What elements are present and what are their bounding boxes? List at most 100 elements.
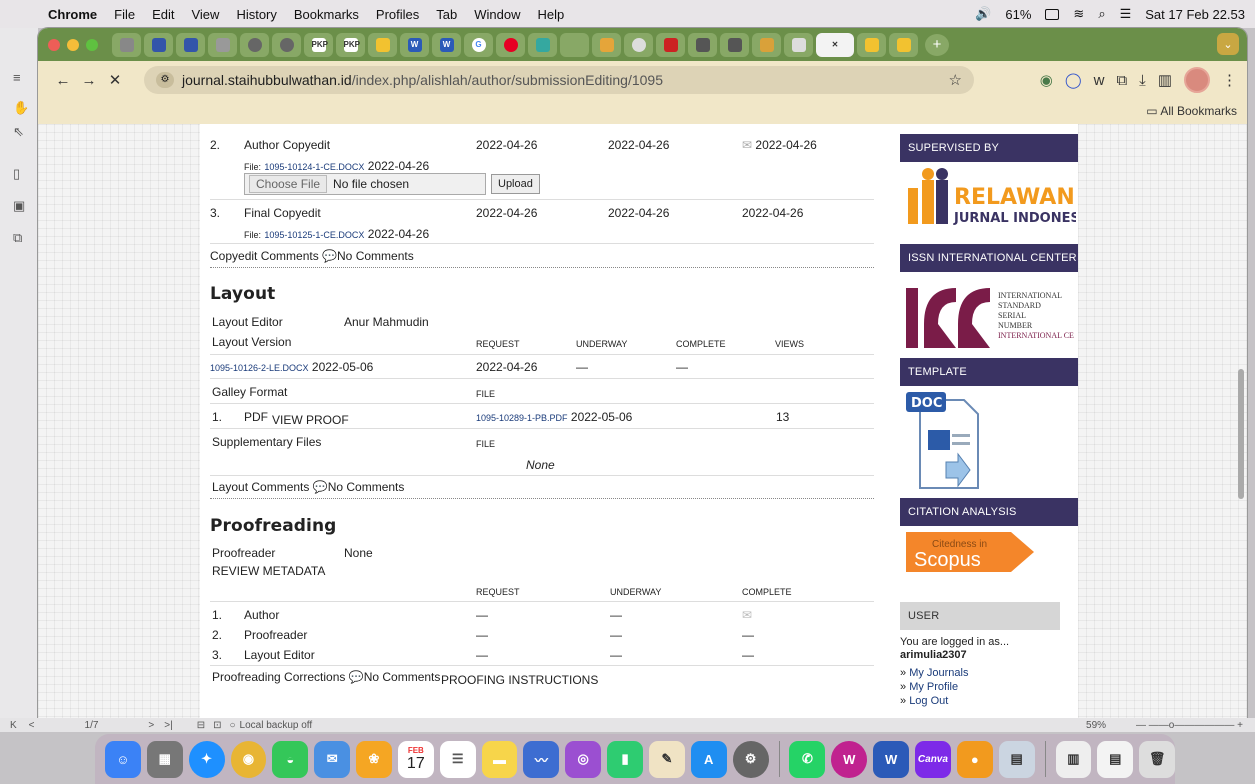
search-icon[interactable]: ⌕ (1098, 6, 1105, 22)
fit-page-icon[interactable]: ⊟ (197, 720, 205, 731)
comments-label[interactable]: Copyedit Comments (210, 249, 319, 263)
word-icon[interactable]: W (873, 740, 909, 778)
corrections-label[interactable]: Proofreading Corrections (212, 670, 345, 684)
view-proof-link[interactable]: VIEW PROOF (272, 413, 349, 427)
comments-label[interactable]: Layout Comments (212, 480, 309, 494)
launchpad-icon[interactable]: ▦ (146, 740, 183, 778)
tab[interactable]: PKP (304, 32, 333, 57)
tab-active[interactable]: ✕ (816, 32, 854, 57)
tab[interactable] (688, 32, 717, 57)
copyedit-file-link[interactable]: 1095-10124-1-CE.DOCX (264, 162, 364, 172)
file-input[interactable]: Choose File No file chosen (244, 173, 486, 195)
tab[interactable] (784, 32, 813, 57)
tab[interactable] (368, 32, 397, 57)
extension-icon[interactable]: w (1094, 72, 1105, 89)
copyedit-file-link[interactable]: 1095-10125-1-CE.DOCX (264, 230, 364, 240)
tab[interactable]: W (400, 32, 429, 57)
battery-icon[interactable] (1045, 8, 1060, 20)
zoom-window-button[interactable] (86, 38, 98, 51)
menu-view[interactable]: View (191, 7, 219, 22)
zoom-level[interactable]: 59% (1086, 720, 1106, 731)
tab[interactable] (144, 32, 173, 57)
extension-icon[interactable]: ◯ (1065, 71, 1082, 89)
tab[interactable] (208, 32, 237, 57)
tab[interactable]: PKP (336, 32, 365, 57)
mail-icon[interactable]: ✉ (314, 740, 351, 778)
tab[interactable]: W (432, 32, 461, 57)
bookmark-star-icon[interactable]: ☆ (949, 71, 962, 89)
forward-button[interactable]: → (76, 72, 102, 89)
tab[interactable] (720, 32, 749, 57)
tab[interactable] (240, 32, 269, 57)
extensions-puzzle-icon[interactable]: ⧉ (1116, 72, 1127, 89)
image-icon[interactable]: ▣ (13, 198, 27, 213)
relawan-jurnal-logo[interactable]: RELAWAN JURNAL INDONESIA (906, 166, 1095, 228)
profile-avatar[interactable] (1184, 67, 1210, 93)
tab[interactable] (624, 32, 653, 57)
document-icon[interactable]: ▤ (1097, 740, 1134, 778)
first-page-icon[interactable]: K (10, 720, 17, 731)
calendar-icon[interactable]: FEB 17 (397, 740, 434, 778)
document-icon[interactable]: ▥ (1055, 740, 1092, 778)
next-page-icon[interactable]: > (148, 720, 154, 731)
tab[interactable] (496, 32, 525, 57)
back-button[interactable]: ← (50, 72, 76, 89)
tab[interactable]: G (464, 32, 493, 57)
galley-file-link[interactable]: 1095-10289-1-PB.PDF (476, 413, 568, 423)
layout-file-link[interactable]: 1095-10126-2-LE.DOCX (210, 363, 309, 373)
pages-icon[interactable]: ✎ (648, 740, 685, 778)
wps-icon[interactable]: W (831, 740, 868, 778)
chrome-menu-icon[interactable]: ⋮ (1222, 71, 1237, 89)
minimize-window-button[interactable] (67, 38, 79, 51)
close-tab-icon[interactable]: ✕ (832, 40, 839, 49)
last-page-icon[interactable]: >| (164, 720, 172, 731)
bookmark-icon[interactable]: ▯ (13, 166, 27, 181)
download-icon[interactable]: ⤓ (1139, 72, 1146, 89)
upload-button[interactable]: Upload (491, 174, 540, 194)
finder-icon[interactable]: ☺ (105, 740, 141, 778)
settings-icon[interactable]: ⚙ (732, 740, 769, 778)
tab[interactable] (592, 32, 621, 57)
comment-icon[interactable]: 💬 (322, 249, 337, 263)
email-icon[interactable]: ✉ (742, 608, 752, 622)
review-metadata-link[interactable]: REVIEW METADATA (212, 564, 325, 578)
wifi-icon[interactable]: ≋ (1073, 6, 1084, 22)
tab[interactable] (112, 32, 141, 57)
app-icon[interactable]: ● (956, 740, 993, 778)
whatsapp-icon[interactable]: ✆ (789, 740, 826, 778)
menu-window[interactable]: Window (474, 7, 520, 22)
tab[interactable] (752, 32, 781, 57)
messages-icon[interactable]: ◒ (272, 740, 309, 778)
menu-bookmarks[interactable]: Bookmarks (294, 7, 359, 22)
menu-app-name[interactable]: Chrome (48, 7, 97, 22)
podcasts-icon[interactable]: ◎ (565, 740, 602, 778)
tab[interactable] (560, 32, 589, 57)
tab[interactable] (176, 32, 205, 57)
address-bar[interactable]: ⚙ journal.staihubbulwathan.id/index.php/… (144, 66, 974, 94)
page-indicator[interactable]: 1/7 (85, 720, 99, 731)
choose-file-button[interactable]: Choose File (249, 175, 328, 193)
menu-file[interactable]: File (114, 7, 135, 22)
tab[interactable] (656, 32, 685, 57)
menu-help[interactable]: Help (538, 7, 565, 22)
preview-icon[interactable]: ▤ (998, 740, 1035, 778)
close-window-button[interactable] (48, 38, 60, 51)
tab[interactable] (528, 32, 557, 57)
datetime[interactable]: Sat 17 Feb 22.53 (1145, 7, 1245, 22)
numbers-icon[interactable]: ▮ (607, 740, 643, 778)
site-settings-icon[interactable]: ⚙ (156, 72, 174, 88)
extension-icon[interactable]: ◉ (1040, 71, 1053, 89)
comment-icon[interactable]: 💬 (349, 670, 364, 684)
side-panel-icon[interactable]: ▥ (1158, 71, 1172, 89)
comment-icon[interactable]: 💬 (313, 480, 328, 494)
notes-icon[interactable]: ▬ (481, 740, 518, 778)
safari-icon[interactable]: ✦ (188, 740, 225, 778)
email-icon[interactable]: ✉ (742, 138, 752, 152)
pages-icon[interactable]: ⧉ (13, 230, 27, 245)
doc-template-icon[interactable]: DOC (906, 392, 986, 492)
select-tool-icon[interactable]: ⇖ (13, 124, 27, 139)
menu-edit[interactable]: Edit (152, 7, 174, 22)
prev-page-icon[interactable]: < (29, 720, 35, 731)
canva-icon[interactable]: Canva (915, 740, 951, 778)
proofing-instructions-link[interactable]: PROOFING INSTRUCTIONS (441, 673, 598, 687)
